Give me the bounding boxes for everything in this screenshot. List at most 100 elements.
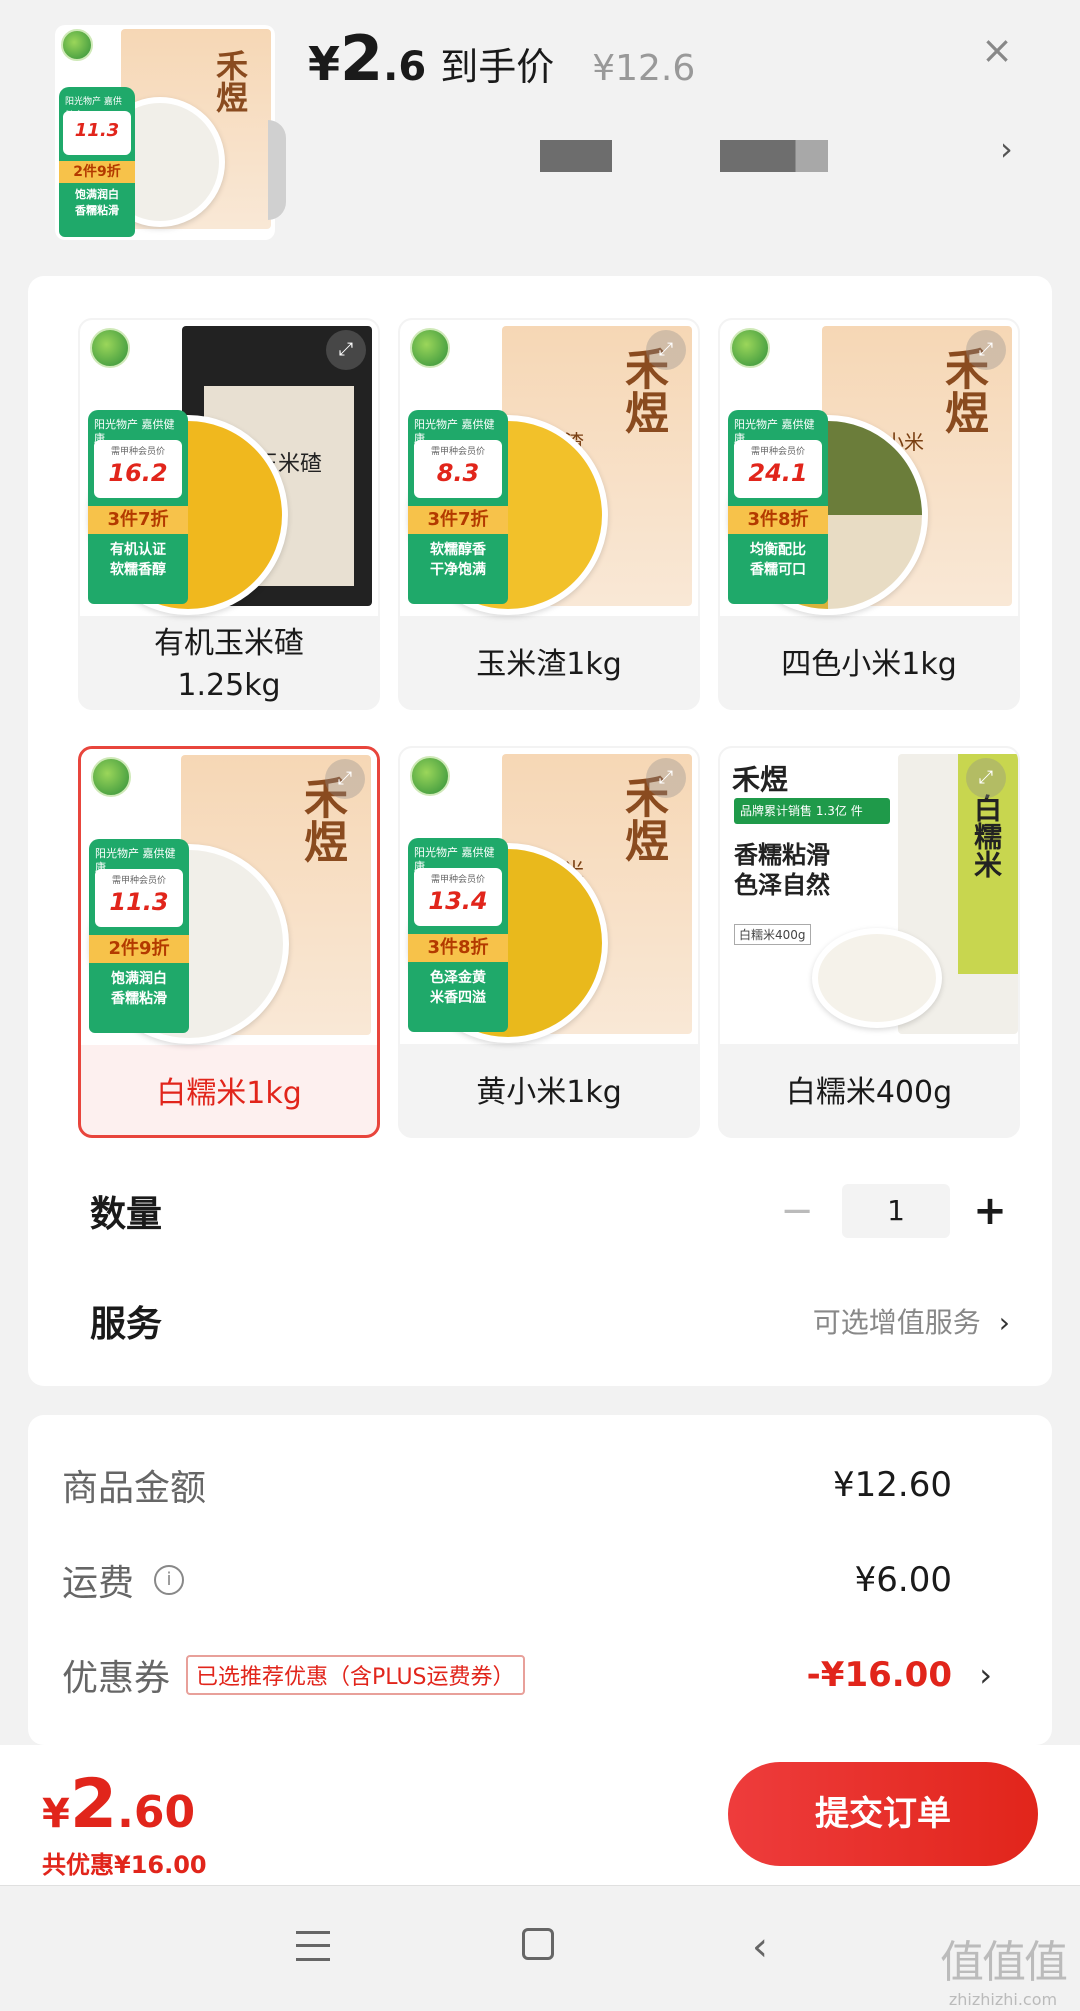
shipping-label: 运费 (62, 1563, 135, 1604)
variant-option[interactable]: 禾煜 品牌累计销售 1.3亿 件 香糯粘滑 色泽自然 白糯米400g 白糯米 ⤢… (718, 746, 1020, 1138)
expand-icon[interactable]: ⤢ (646, 330, 686, 370)
badge-price-caption: 需甲种会员价 (430, 447, 485, 457)
redacted-block (720, 140, 828, 172)
close-button[interactable]: × (975, 28, 1019, 72)
variant-image: 禾煜 小黄米 ⤢ 阳光物产 嘉供健康 需甲种会员价 13.4 3件8折 色泽金黄… (400, 748, 698, 1044)
variant-image: 禾煜 糯米 ⤢ 阳光物产 嘉供健康 需甲种会员价 11.3 2件9折 饱满润白 … (81, 749, 377, 1045)
system-navigation-bar: ‹ 值值值 zhizhizhi.com (0, 1885, 1080, 2011)
submit-order-button[interactable]: 提交订单 (728, 1762, 1038, 1866)
badge-price-card: 需甲种会员价 24.1 (734, 440, 822, 498)
price-currency: ¥ (308, 37, 341, 91)
home-icon[interactable] (522, 1928, 554, 1960)
badge-discount: 2件9折 (59, 161, 135, 183)
badge-price: 24.1 (748, 459, 808, 487)
rice-plate-image (812, 928, 942, 1028)
badge-price: 11.3 (109, 888, 169, 916)
badge-price: 13.4 (428, 887, 488, 915)
badge-price-caption: 需甲种会员价 (110, 447, 165, 457)
variant-image: 有机玉米碴 ⤢ 阳光物产 嘉供健康 需甲种会员价 16.2 3件7折 有机认证 … (80, 320, 378, 616)
promo-badge: 阳光物产 嘉供健康 需甲种会员价 11.3 2件9折 饱满润白 香糯粘滑 (89, 839, 189, 1033)
badge-features: 软糯醇香 干净饱满 (430, 542, 486, 578)
original-price: ¥12.6 (592, 48, 696, 89)
badge-price: 11.3 (74, 120, 120, 141)
badge-features: 色泽金黄 米香四溢 (430, 970, 486, 1006)
badge-discount: 3件8折 (728, 506, 828, 534)
variant-option[interactable]: 禾煜 玉米渣 ⤢ 阳光物产 嘉供健康 需甲种会员价 8.3 3件7折 软糯醇香 … (398, 318, 700, 710)
variant-label: 白糯米400g (785, 1075, 953, 1110)
variant-option-selected[interactable]: 禾煜 糯米 ⤢ 阳光物产 嘉供健康 需甲种会员价 11.3 2件9折 饱满润白 … (78, 746, 380, 1138)
brand-logo-icon (90, 328, 130, 368)
promo-badge: 阳光物产 嘉供健康 需甲种会员价 16.2 3件7折 有机认证 软糯香醇 (88, 410, 188, 604)
price-label: 到手价 (440, 45, 555, 89)
checkout-bar: ¥ 2 .60 共优惠¥16.00 提交订单 (0, 1745, 1080, 1885)
quantity-input[interactable]: 1 (842, 1184, 950, 1238)
brand-name: 禾煜 (732, 763, 789, 796)
total-decimal: .60 (117, 1787, 196, 1838)
badge-price-caption: 需甲种会员价 (111, 876, 166, 886)
decrement-button[interactable]: − (772, 1188, 822, 1234)
badge-price-card: 需甲种会员价 8.3 (414, 440, 502, 498)
shipping-row: 运费 i ¥6.00 (62, 1550, 1022, 1610)
variant-label: 玉米渣1kg (476, 647, 622, 682)
coupon-recommendation-tag: 已选推荐优惠（含PLUS运费券） (186, 1655, 525, 1695)
package-spec-tag: 白糯米400g (734, 924, 811, 945)
quantity-stepper: − 1 + (772, 1184, 1010, 1238)
expand-icon[interactable]: ⤢ (326, 330, 366, 370)
service-selector[interactable]: 可选增值服务 › (813, 1301, 1010, 1341)
price-integer: 2 (340, 22, 384, 95)
badge-price-card: 11.3 (63, 111, 131, 155)
brand-logo-icon (61, 29, 93, 61)
badge-price: 16.2 (108, 459, 168, 487)
watermark-logo: 值值值 (940, 1937, 1068, 1988)
spec-selector-card: 有机玉米碴 ⤢ 阳光物产 嘉供健康 需甲种会员价 16.2 3件7折 有机认证 … (28, 276, 1052, 1386)
variant-label: 黄小米1kg (476, 1075, 622, 1110)
coupon-row[interactable]: 优惠券 已选推荐优惠（含PLUS运费券） -¥16.00 › (62, 1645, 1022, 1705)
promo-badge: 阳光物产 嘉供健康 需甲种会员价 13.4 3件8折 色泽金黄 米香四溢 (408, 838, 508, 1032)
badge-price-caption: 需甲种会员价 (430, 875, 485, 885)
price-summary-card: 商品金额 ¥12.60 运费 i ¥6.00 优惠券 已选推荐优惠（含PLUS运… (28, 1415, 1052, 1745)
promo-badge: 阳光物产 嘉供健康 需甲种会员价 24.1 3件8折 均衡配比 香糯可口 (728, 410, 828, 604)
total-discount: 共优惠¥16.00 (42, 1851, 207, 1879)
expand-icon[interactable]: ⤢ (966, 330, 1006, 370)
variant-option[interactable]: 禾煜 四色小米 ⤢ 阳光物产 嘉供健康 需甲种会员价 24.1 3件8折 均衡配… (718, 318, 1020, 710)
brand-logo-icon (410, 328, 450, 368)
variant-label: 四色小米1kg (781, 647, 957, 682)
increment-button[interactable]: + (970, 1188, 1010, 1234)
chevron-right-icon[interactable]: › (979, 1656, 992, 1694)
info-icon[interactable]: i (154, 1565, 185, 1595)
service-row[interactable]: 服务 可选增值服务 › (90, 1286, 1050, 1356)
chevron-right-icon[interactable]: › (1000, 130, 1013, 168)
expand-icon[interactable]: ⤢ (966, 758, 1006, 798)
back-icon[interactable]: ‹ (752, 1924, 768, 1970)
product-thumbnail[interactable]: 禾煜 糯米 阳光物产 嘉供健康 11.3 2件9折 饱满润白 香糯粘滑 (55, 25, 275, 240)
coupon-label: 优惠券 (62, 1658, 171, 1699)
header: 禾煜 糯米 阳光物产 嘉供健康 11.3 2件9折 饱满润白 香糯粘滑 ¥ 2 … (0, 0, 1080, 270)
promo-badge: 阳光物产 嘉供健康 11.3 2件9折 饱满润白 香糯粘滑 (59, 87, 135, 237)
badge-discount: 3件8折 (408, 934, 508, 962)
badge-price-card: 需甲种会员价 11.3 (95, 869, 183, 927)
expand-icon[interactable]: ⤢ (325, 759, 365, 799)
expand-icon[interactable]: ⤢ (646, 758, 686, 798)
brand-logo-icon (730, 328, 770, 368)
brand-mark: 禾煜 (211, 49, 249, 113)
total-integer: 2 (69, 1765, 118, 1844)
total-price: ¥ 2 .60 (42, 1765, 195, 1844)
package-text: 白糯米 (970, 794, 1003, 878)
variant-option[interactable]: 禾煜 小黄米 ⤢ 阳光物产 嘉供健康 需甲种会员价 13.4 3件8折 色泽金黄… (398, 746, 700, 1138)
promo-badge: 阳光物产 嘉供健康 需甲种会员价 8.3 3件7折 软糯醇香 干净饱满 (408, 410, 508, 604)
redacted-block (540, 140, 612, 172)
promo-slogan: 香糯粘滑 色泽自然 (734, 841, 830, 899)
brand-logo-icon (91, 757, 131, 797)
goods-amount-row: 商品金额 ¥12.60 (62, 1455, 1022, 1515)
badge-discount: 3件7折 (88, 506, 188, 534)
goods-amount-value: ¥12.60 (833, 1465, 952, 1505)
badge-features: 饱满润白 香糯粘滑 (75, 188, 119, 217)
variant-image: 禾煜 品牌累计销售 1.3亿 件 香糯粘滑 色泽自然 白糯米400g 白糯米 ⤢ (720, 748, 1018, 1044)
badge-features: 均衡配比 香糯可口 (750, 542, 806, 578)
variant-image: 禾煜 玉米渣 ⤢ 阳光物产 嘉供健康 需甲种会员价 8.3 3件7折 软糯醇香 … (400, 320, 698, 616)
total-currency: ¥ (42, 1791, 70, 1837)
recent-apps-icon[interactable] (296, 1931, 330, 1961)
thumbnail-edge (268, 120, 286, 220)
variant-option[interactable]: 有机玉米碴 ⤢ 阳光物产 嘉供健康 需甲种会员价 16.2 3件7折 有机认证 … (78, 318, 380, 710)
badge-price: 8.3 (436, 459, 480, 487)
